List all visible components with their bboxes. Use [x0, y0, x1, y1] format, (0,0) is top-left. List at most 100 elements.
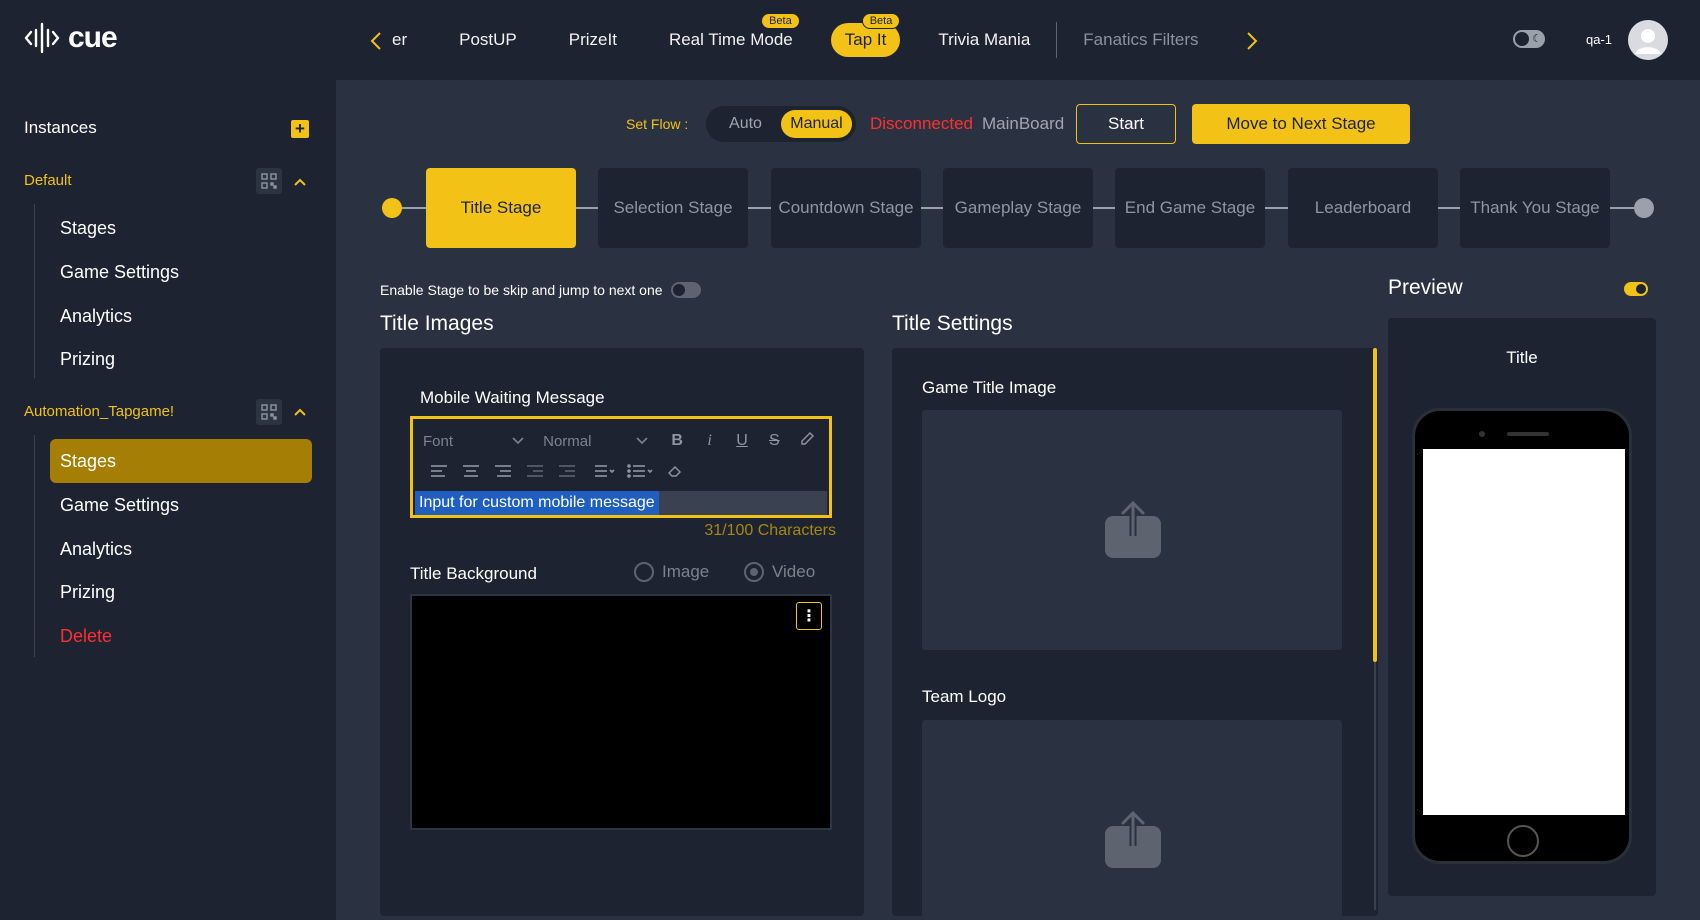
game-title-image-upload[interactable] — [922, 410, 1342, 650]
editor-toolbar-row-2 — [423, 461, 823, 485]
sidebar-item-delete[interactable]: Delete — [50, 614, 312, 658]
toggle-knob — [1515, 32, 1529, 46]
align-center-icon[interactable] — [455, 464, 487, 483]
sidebar-item-game-settings[interactable]: Game Settings — [50, 250, 312, 294]
tree-line — [34, 204, 35, 378]
flow-auto-option[interactable]: Auto — [710, 110, 781, 138]
instance-group-automation-tapgame[interactable]: Automation_Tapgame! — [24, 403, 174, 420]
bold-icon[interactable]: B — [661, 432, 693, 450]
tab-real-time-mode[interactable]: Real Time Mode Beta — [669, 14, 799, 50]
strikethrough-icon[interactable]: S — [758, 432, 790, 450]
title-images-panel: Mobile Waiting Message Font Normal B i U… — [380, 348, 864, 916]
team-logo-upload[interactable] — [922, 720, 1342, 916]
stage-thank-you[interactable]: Thank You Stage — [1460, 168, 1610, 248]
avatar[interactable] — [1628, 20, 1668, 60]
upload-icon — [1105, 810, 1161, 868]
flow-manual-option[interactable]: Manual — [781, 110, 852, 138]
stage-gameplay[interactable]: Gameplay Stage — [943, 168, 1093, 248]
beta-badge: Beta — [762, 14, 799, 28]
cue-logo[interactable]: cue — [24, 20, 118, 56]
flow-mode-switch: Auto Manual — [706, 106, 856, 142]
tab-divider — [1056, 22, 1058, 58]
mobile-message-selected-text: Input for custom mobile message — [415, 491, 659, 515]
title-background-video[interactable]: ⋮ — [410, 594, 832, 830]
preview-heading: Preview — [1388, 276, 1463, 299]
scrollbar-track — [1374, 662, 1376, 910]
sidebar-item-prizing[interactable]: Prizing — [50, 337, 312, 381]
tab-prizeit[interactable]: PrizeIt — [569, 30, 617, 50]
mobile-message-input[interactable]: Input for custom mobile message — [415, 491, 827, 515]
font-select[interactable]: Font — [423, 433, 527, 450]
stage-leaderboard[interactable]: Leaderboard — [1288, 168, 1438, 248]
eraser-icon[interactable] — [659, 464, 691, 483]
stage-title[interactable]: Title Stage — [426, 168, 576, 248]
chevron-right-icon — [1247, 32, 1258, 50]
preview-panel: Title — [1388, 318, 1656, 896]
bullet-list-icon[interactable] — [621, 463, 659, 483]
qr-code-button[interactable] — [256, 399, 282, 425]
qr-code-icon — [261, 404, 277, 420]
mobile-waiting-message-label: Mobile Waiting Message — [420, 388, 605, 407]
align-left-icon[interactable] — [423, 464, 455, 483]
underline-icon[interactable]: U — [726, 432, 758, 450]
sidebar-item-game-settings[interactable]: Game Settings — [50, 483, 312, 527]
start-button[interactable]: Start — [1076, 104, 1176, 144]
add-instance-button[interactable]: + — [291, 120, 309, 138]
stage-stepper: Title Stage Selection Stage Countdown St… — [336, 168, 1700, 248]
flow-bar: Set Flow : Auto Manual Disconnected Main… — [336, 104, 1700, 144]
tab-trivia-mania[interactable]: Trivia Mania — [938, 30, 1030, 50]
nav-prev-arrow[interactable] — [366, 26, 386, 56]
chevron-up-icon[interactable] — [292, 174, 308, 190]
editor-toolbar-row-1: Font Normal B i U S — [423, 429, 823, 453]
instances-heading: Instances — [24, 118, 97, 137]
sidebar-item-stages-active[interactable]: Stages — [50, 439, 312, 483]
tab-er[interactable]: er — [392, 30, 407, 50]
skip-stage-toggle[interactable] — [670, 282, 701, 298]
highlighter-icon[interactable] — [791, 431, 823, 452]
upload-icon — [1105, 500, 1161, 558]
user-icon — [1635, 29, 1661, 54]
phone-screen — [1423, 449, 1625, 815]
theme-toggle[interactable]: ☾ — [1513, 30, 1545, 48]
move-to-next-stage-button[interactable]: Move to Next Stage — [1192, 104, 1410, 144]
character-count: 31/100 Characters — [704, 522, 836, 539]
game-title-image-label: Game Title Image — [922, 378, 1057, 397]
nav-next-arrow[interactable] — [1242, 26, 1262, 56]
size-select[interactable]: Normal — [543, 433, 661, 450]
chevron-up-icon[interactable] — [292, 404, 308, 420]
board-name: MainBoard — [982, 114, 1065, 133]
tab-tap-it[interactable]: Tap It Beta — [830, 13, 901, 57]
indent-icon[interactable] — [551, 464, 583, 483]
outdent-icon[interactable] — [519, 464, 551, 483]
qr-code-button[interactable] — [256, 168, 282, 194]
sidebar-item-analytics[interactable]: Analytics — [50, 527, 312, 571]
phone-speaker — [1507, 432, 1549, 436]
sidebar-item-stages[interactable]: Stages — [50, 206, 312, 250]
stage-countdown[interactable]: Countdown Stage — [771, 168, 921, 248]
title-settings-scrollbar[interactable] — [1373, 348, 1377, 662]
instance-group-default[interactable]: Default — [24, 172, 72, 189]
background-image-option[interactable]: Image — [634, 562, 709, 582]
sidebar: Instances + Default Stages Game Settings… — [0, 80, 336, 920]
phone-home-button — [1507, 825, 1539, 857]
moon-icon: ☾ — [1532, 33, 1542, 45]
tab-postup[interactable]: PostUP — [459, 30, 517, 50]
stage-end-game[interactable]: End Game Stage — [1115, 168, 1265, 248]
preview-toggle[interactable] — [1624, 282, 1648, 296]
ordered-list-icon[interactable] — [583, 464, 621, 483]
chevron-down-icon — [512, 437, 524, 445]
align-right-icon[interactable] — [487, 464, 519, 483]
tab-fanatics-filters[interactable]: Fanatics Filters — [1083, 30, 1198, 50]
main-content: Set Flow : Auto Manual Disconnected Main… — [336, 80, 1700, 920]
sidebar-item-analytics[interactable]: Analytics — [50, 294, 312, 338]
sidebar-item-prizing[interactable]: Prizing — [50, 570, 312, 614]
title-settings-heading: Title Settings — [892, 312, 1013, 335]
background-video-option[interactable]: Video — [744, 562, 815, 582]
product-tabs: er PostUP PrizeIt Real Time Mode Beta Ta… — [392, 0, 1199, 80]
italic-icon[interactable]: i — [693, 432, 725, 450]
more-options-icon[interactable]: ⋮ — [796, 602, 822, 630]
stage-selection[interactable]: Selection Stage — [598, 168, 748, 248]
stepper-end-dot — [1634, 198, 1654, 218]
logo-text: cue — [68, 21, 118, 54]
logo-waveform-icon — [24, 22, 60, 54]
